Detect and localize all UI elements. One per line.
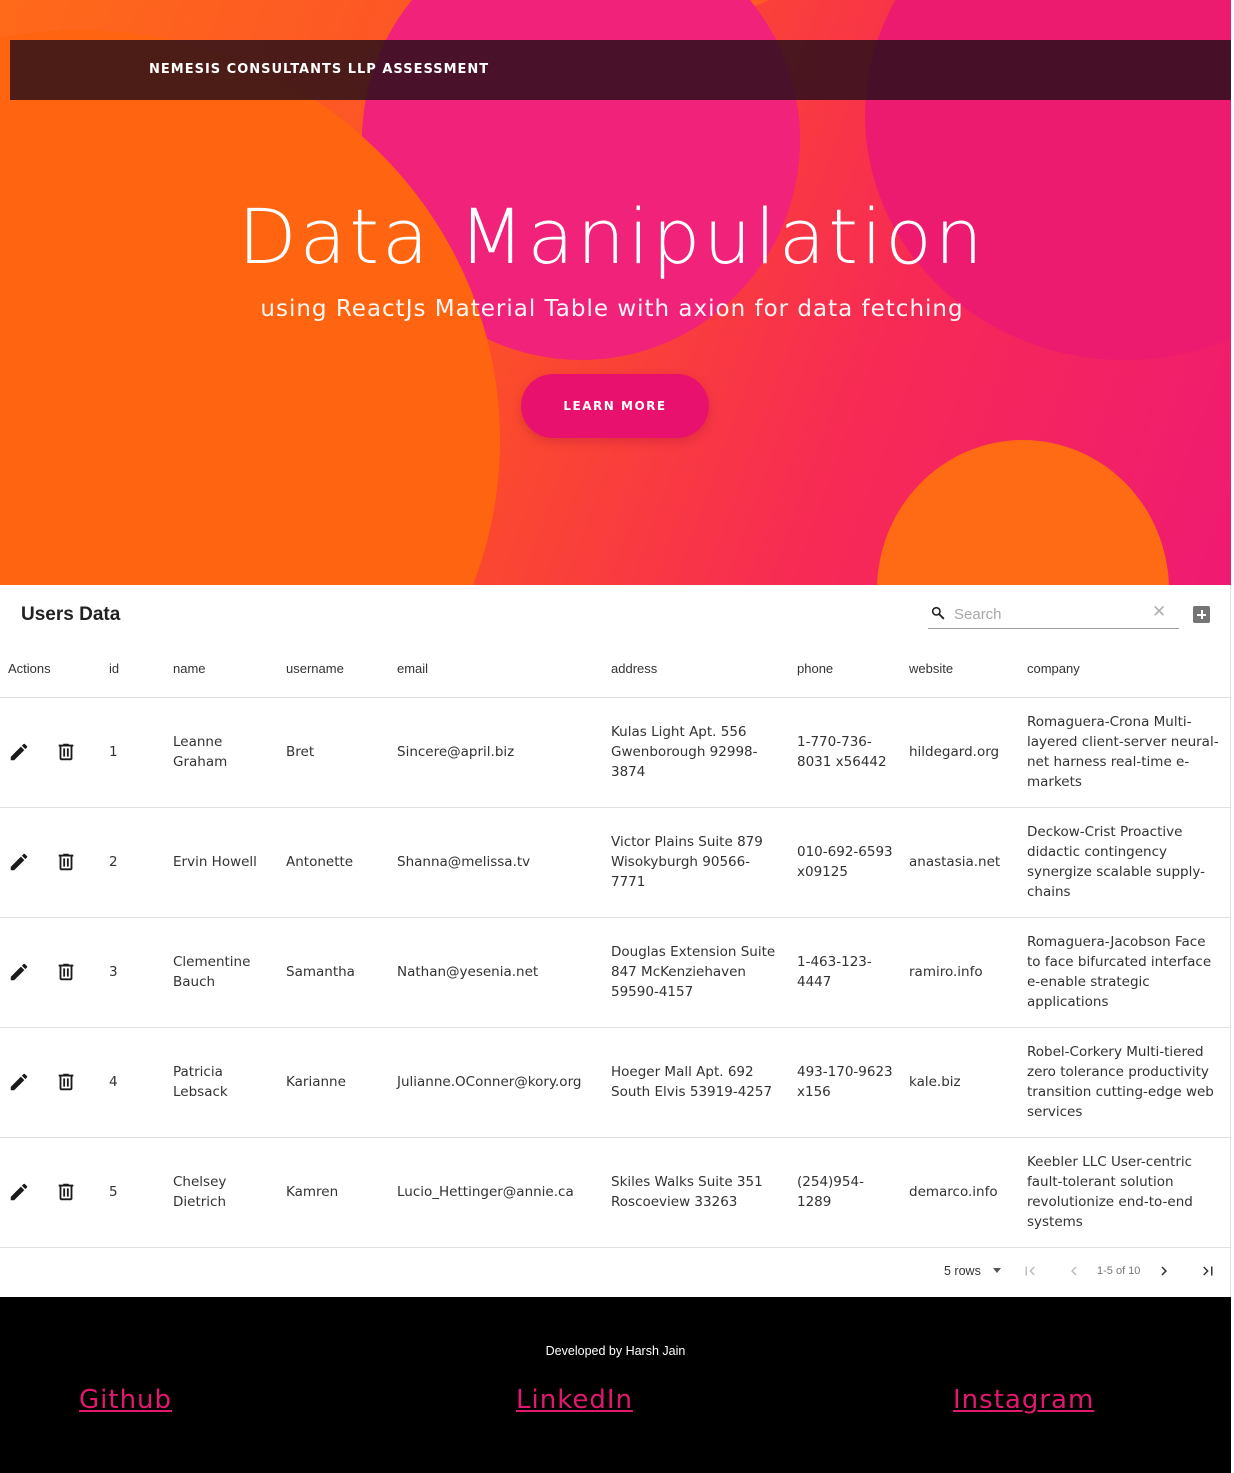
clear-search-icon[interactable]: ✕	[1152, 604, 1166, 621]
cell-phone: 010-692-6593 x09125	[789, 807, 901, 918]
cell-company: Romaguera-Crona Multi-layered client-ser…	[1019, 697, 1231, 808]
column-header-website[interactable]: website	[901, 641, 1019, 698]
delete-icon[interactable]	[55, 1181, 77, 1203]
delete-icon[interactable]	[55, 1071, 77, 1093]
table-header-row: Actions id name username email address p…	[0, 641, 1231, 698]
cell-name: Patricia Lebsack	[165, 1027, 278, 1138]
column-header-id[interactable]: id	[101, 641, 165, 698]
linkedin-link[interactable]: LinkedIn	[516, 1385, 633, 1415]
rows-per-page-select[interactable]: 5 rows	[944, 1264, 981, 1278]
column-header-company[interactable]: company	[1019, 641, 1231, 698]
edit-icon[interactable]	[8, 1071, 30, 1093]
edit-icon[interactable]	[8, 851, 30, 873]
edit-icon[interactable]	[8, 961, 30, 983]
cell-email: Julianne.OConner@kory.org	[389, 1027, 603, 1138]
cell-name: Leanne Graham	[165, 697, 278, 808]
cell-phone: (254)954-1289	[789, 1137, 901, 1248]
cell-phone: 1-770-736-8031 x56442	[789, 697, 901, 808]
cell-address: Hoeger Mall Apt. 692 South Elvis 53919-4…	[603, 1027, 789, 1138]
cell-username: Kamren	[278, 1137, 389, 1248]
cell-website: kale.biz	[901, 1027, 1019, 1138]
delete-icon[interactable]	[55, 741, 77, 763]
row-actions	[0, 917, 101, 1028]
column-header-username[interactable]: username	[278, 641, 389, 698]
delete-icon[interactable]	[55, 961, 77, 983]
cell-email: Nathan@yesenia.net	[389, 917, 603, 1028]
cell-id: 1	[101, 697, 165, 808]
column-header-email[interactable]: email	[389, 641, 603, 698]
table-row: 2 Ervin Howell Antonette Shanna@melissa.…	[0, 807, 1231, 918]
cell-username: Bret	[278, 697, 389, 808]
cell-name: Ervin Howell	[165, 807, 278, 918]
cell-email: Shanna@melissa.tv	[389, 807, 603, 918]
column-header-address[interactable]: address	[603, 641, 789, 698]
search-field[interactable]: ✕	[928, 600, 1179, 629]
users-table: Actions id name username email address p…	[0, 641, 1231, 1248]
cell-company: Romaguera-Jacobson Face to face bifurcat…	[1019, 917, 1231, 1028]
table-pagination: 5 rows 1-5 of 10	[0, 1248, 1231, 1296]
table-row: 5 Chelsey Dietrich Kamren Lucio_Hettinge…	[0, 1137, 1231, 1248]
search-input[interactable]	[954, 603, 1144, 625]
top-navbar: NEMESIS CONSULTANTS LLP ASSESSMENT	[10, 40, 1231, 100]
next-page-icon[interactable]	[1155, 1262, 1173, 1280]
row-actions	[0, 1027, 101, 1138]
cell-id: 3	[101, 917, 165, 1028]
cell-website: hildegard.org	[901, 697, 1019, 808]
cell-address: Kulas Light Apt. 556 Gwenborough 92998-3…	[603, 697, 789, 808]
edit-icon[interactable]	[8, 1181, 30, 1203]
column-header-actions: Actions	[0, 641, 101, 698]
dropdown-caret-icon[interactable]	[993, 1268, 1001, 1273]
row-actions	[0, 807, 101, 918]
developer-credit: Developed by Harsh Jain	[545, 1344, 686, 1358]
search-icon	[931, 606, 945, 620]
hero-background-shape	[877, 440, 1169, 585]
previous-page-icon[interactable]	[1065, 1262, 1083, 1280]
github-link[interactable]: Github	[79, 1385, 172, 1415]
cell-website: anastasia.net	[901, 807, 1019, 918]
cell-name: Clementine Bauch	[165, 917, 278, 1028]
cell-company: Robel-Corkery Multi-tiered zero toleranc…	[1019, 1027, 1231, 1138]
column-header-phone[interactable]: phone	[789, 641, 901, 698]
cell-id: 4	[101, 1027, 165, 1138]
users-table-card: Users Data ✕ Actions id name username em…	[0, 585, 1231, 1297]
hero-subtitle: using ReactJs Material Table with axion …	[260, 296, 964, 322]
column-header-name[interactable]: name	[165, 641, 278, 698]
add-row-button[interactable]	[1193, 606, 1210, 623]
cell-company: Deckow-Crist Proactive didactic continge…	[1019, 807, 1231, 918]
hero-section: NEMESIS CONSULTANTS LLP ASSESSMENT Data …	[0, 0, 1231, 585]
cell-phone: 1-463-123-4447	[789, 917, 901, 1028]
brand-title[interactable]: NEMESIS CONSULTANTS LLP ASSESSMENT	[149, 62, 489, 77]
cell-id: 2	[101, 807, 165, 918]
cell-email: Lucio_Hettinger@annie.ca	[389, 1137, 603, 1248]
cell-name: Chelsey Dietrich	[165, 1137, 278, 1248]
table-row: 1 Leanne Graham Bret Sincere@april.biz K…	[0, 697, 1231, 808]
last-page-icon[interactable]	[1199, 1262, 1217, 1280]
edit-icon[interactable]	[8, 741, 30, 763]
cell-company: Keebler LLC User-centric fault-tolerant …	[1019, 1137, 1231, 1248]
cell-address: Victor Plains Suite 879 Wisokyburgh 9056…	[603, 807, 789, 918]
first-page-icon[interactable]	[1021, 1262, 1039, 1280]
table-row: 4 Patricia Lebsack Karianne Julianne.OCo…	[0, 1027, 1231, 1138]
cell-username: Samantha	[278, 917, 389, 1028]
table-title: Users Data	[21, 604, 121, 625]
page-range-label: 1-5 of 10	[1097, 1265, 1141, 1277]
learn-more-button[interactable]: LEARN MORE	[521, 374, 709, 438]
cell-email: Sincere@april.biz	[389, 697, 603, 808]
table-row: 3 Clementine Bauch Samantha Nathan@yesen…	[0, 917, 1231, 1028]
cell-phone: 493-170-9623 x156	[789, 1027, 901, 1138]
cell-website: ramiro.info	[901, 917, 1019, 1028]
cell-address: Skiles Walks Suite 351 Roscoeview 33263	[603, 1137, 789, 1248]
cell-website: demarco.info	[901, 1137, 1019, 1248]
cell-id: 5	[101, 1137, 165, 1248]
cell-address: Douglas Extension Suite 847 McKenziehave…	[603, 917, 789, 1028]
row-actions	[0, 697, 101, 808]
delete-icon[interactable]	[55, 851, 77, 873]
row-actions	[0, 1137, 101, 1248]
instagram-link[interactable]: Instagram	[953, 1385, 1094, 1415]
page-footer: Developed by Harsh Jain Github LinkedIn …	[0, 1297, 1231, 1473]
cell-username: Antonette	[278, 807, 389, 918]
hero-title: Data Manipulation	[238, 192, 986, 281]
cell-username: Karianne	[278, 1027, 389, 1138]
